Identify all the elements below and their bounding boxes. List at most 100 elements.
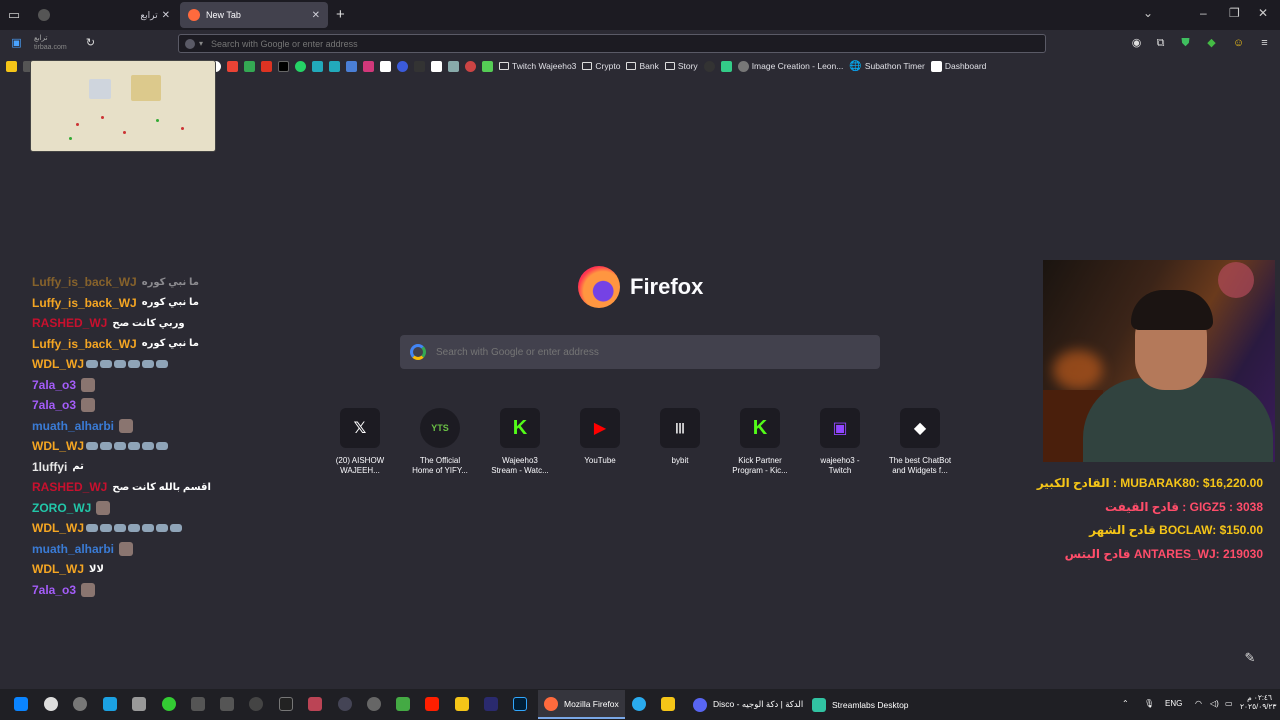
app-icon[interactable] (191, 697, 205, 711)
top-site-tile[interactable]: 𝕏 (20) AISHOW WAJEEH... (320, 408, 400, 476)
bookmark-site-icon[interactable] (312, 60, 323, 72)
app-icon[interactable] (220, 697, 234, 711)
top-site-tile[interactable]: K Wajeeho3 Stream - Watc... (480, 408, 560, 476)
streamlabs-icon (812, 697, 826, 712)
bookmark-site-icon[interactable] (465, 60, 476, 72)
tray-chevron-icon[interactable]: ⌃ (1122, 699, 1129, 708)
app-icon[interactable] (103, 697, 117, 711)
reload-icon[interactable]: ↻ (84, 37, 97, 50)
folder-icon (626, 62, 637, 70)
top-site-tile[interactable]: ▶ YouTube (560, 408, 640, 466)
bookmark-site-icon[interactable] (380, 60, 391, 72)
language-indicator[interactable]: ENG (1165, 699, 1182, 708)
top-site-tile[interactable]: K Kick Partner Program - Kic... (720, 408, 800, 476)
taskbar-app-discord[interactable]: Disco - الدكة | دكة الوجيه (687, 690, 809, 719)
volume-icon[interactable]: ◁) (1210, 699, 1219, 708)
bookmark-folder-bank[interactable]: Bank (626, 61, 659, 71)
top-site-tile[interactable]: YTS The Official Home of YIFY... (400, 408, 480, 476)
tab-close-icon[interactable]: ✕ (312, 10, 320, 21)
bookmark-image-creation[interactable]: Image Creation - Leon... (737, 60, 843, 72)
app-icon[interactable] (455, 697, 469, 711)
app-icon[interactable] (308, 697, 322, 711)
file-explorer-icon[interactable] (661, 697, 675, 711)
url-input[interactable] (211, 38, 812, 49)
app-icon[interactable] (396, 697, 410, 711)
bookmark-site-icon[interactable] (703, 60, 715, 72)
close-window-icon[interactable]: ✕ (1258, 6, 1268, 20)
chat-message: Luffy_is_back_WJ ما نبي كوره (32, 272, 272, 293)
url-bar[interactable]: ▾ (178, 34, 1046, 53)
taskbar-app-streamlabs[interactable]: Streamlabs Desktop (806, 690, 915, 719)
app-icon[interactable] (73, 697, 87, 711)
bookmark-folder-story[interactable]: Story (664, 61, 698, 71)
pocket-icon[interactable]: ◉ (1130, 37, 1143, 50)
bookmark-site-icon[interactable] (448, 60, 459, 72)
menu-hamburger-icon[interactable]: ≡ (1258, 37, 1271, 50)
app-icon[interactable] (279, 697, 293, 711)
clock[interactable]: ٠٢:٤٦ م ٢٠٢٥/٠٩/٢٣ (1240, 693, 1276, 711)
drive-bookmark-icon[interactable] (244, 60, 255, 72)
bookmark-site-icon[interactable] (261, 60, 272, 72)
chevron-down-icon[interactable]: ▾ (199, 39, 203, 48)
firefox-favicon-icon (188, 9, 200, 21)
maps-icon[interactable] (44, 697, 58, 711)
whatsapp-bookmark-icon[interactable] (295, 60, 306, 72)
chat-emote-icon (128, 360, 140, 369)
app-icon[interactable] (249, 697, 263, 711)
xbox-icon[interactable] (162, 697, 176, 711)
bookmark-site-icon[interactable] (482, 60, 493, 72)
bookmark-folder-crypto[interactable]: Crypto (582, 61, 620, 71)
tab-active[interactable]: New Tab ✕ (180, 2, 328, 28)
tab-close-icon[interactable]: ✕ (162, 10, 170, 21)
bookmark-site-icon[interactable] (397, 60, 408, 72)
x-bookmark-icon[interactable] (278, 60, 289, 72)
top-site-tile[interactable]: ||| bybit (640, 408, 720, 466)
windows-start-icon[interactable] (14, 697, 28, 711)
gmail-bookmark-icon[interactable] (227, 60, 238, 72)
bookmark-site-icon[interactable] (431, 60, 442, 72)
maximize-icon[interactable]: ❐ (1229, 6, 1240, 20)
top-site-tile[interactable]: ◆ The best ChatBot and Widgets f... (880, 408, 960, 476)
newtab-search-input[interactable] (436, 346, 856, 358)
bookmark-site-icon[interactable] (363, 60, 374, 72)
microphone-icon[interactable]: 🎙 (1144, 699, 1154, 708)
bookmark-site-icon[interactable] (414, 60, 425, 72)
list-all-tabs-chevron-icon[interactable]: ⌄ (1143, 6, 1153, 20)
app-icon[interactable] (338, 697, 352, 711)
addon-icon[interactable]: ◆ (1205, 37, 1218, 50)
premiere-icon[interactable] (484, 697, 498, 711)
wifi-icon[interactable]: ◠ (1195, 699, 1202, 708)
bookmark-site-icon[interactable] (346, 60, 357, 72)
bookmark-subathon-timer[interactable]: 🌐 Subathon Timer (849, 61, 924, 72)
tab-inactive[interactable]: ترابع ✕ (30, 2, 178, 28)
taskbar-app-firefox[interactable]: Mozilla Firefox (538, 690, 625, 719)
google-engine-icon[interactable] (185, 38, 195, 49)
new-tab-plus-icon[interactable]: + (336, 6, 345, 23)
app-icon[interactable] (367, 697, 381, 711)
calculator-icon[interactable] (132, 697, 146, 711)
pencil-icon[interactable]: ✎ (1241, 650, 1259, 668)
telegram-icon[interactable] (632, 697, 646, 711)
chat-emote-icon (81, 377, 96, 392)
photoshop-icon[interactable] (513, 697, 527, 711)
emoji-addon-icon[interactable]: ☺ (1232, 37, 1245, 50)
illustrator-icon[interactable] (425, 697, 439, 711)
extensions-icon[interactable]: ⧉ (1154, 37, 1167, 50)
top-site-tile[interactable]: ▣ wajeeho3 - Twitch (800, 408, 880, 476)
minimize-icon[interactable]: – (1200, 6, 1207, 20)
chat-text: ما نبي كوره (141, 276, 199, 288)
cam-light (1218, 262, 1254, 298)
chat-emote-icon (81, 398, 96, 413)
battery-icon[interactable]: ▭ (1225, 699, 1233, 708)
shield-icon[interactable]: ⛊ (1179, 37, 1192, 50)
sidebar-icon[interactable]: ▣ (10, 37, 23, 50)
newtab-search-box[interactable] (400, 335, 880, 369)
bookmark-site-icon[interactable] (329, 60, 340, 72)
bookmark-site-icon[interactable] (6, 60, 17, 72)
firefox-view-icon[interactable]: ▭ (0, 0, 28, 30)
bookmark-site-icon[interactable] (720, 60, 732, 72)
bookmark-dashboard[interactable]: Dashboard (930, 60, 986, 72)
chat-emote-icon (142, 360, 154, 369)
bookmark-folder-twitch[interactable]: Twitch Wajeeho3 (499, 61, 576, 71)
chat-message: WDL_WJ (32, 518, 272, 539)
